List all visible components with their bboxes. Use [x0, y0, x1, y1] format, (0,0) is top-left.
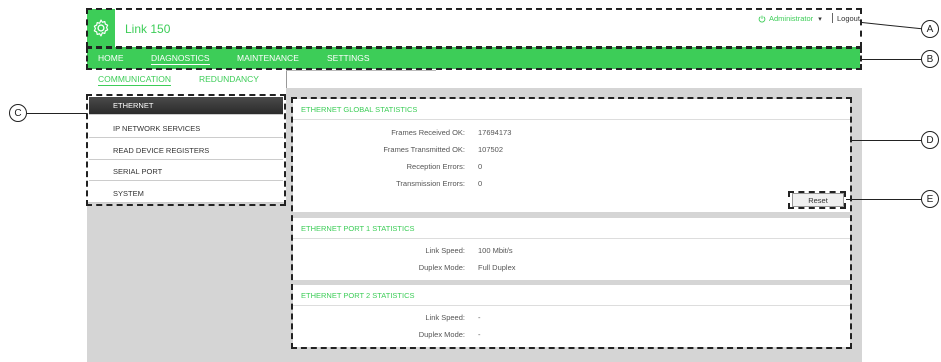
- annotation-box-sidebar: [86, 94, 286, 206]
- annotation-box-header: [86, 8, 862, 48]
- callout-line-b: [862, 59, 922, 60]
- callout-e: E: [921, 190, 939, 208]
- callout-line-a: [861, 22, 922, 30]
- annotation-box-reset: [788, 191, 846, 209]
- callout-a: A: [921, 20, 939, 38]
- annotation-box-content: [291, 97, 852, 349]
- callout-line-d: [852, 140, 922, 141]
- tab-communication[interactable]: COMMUNICATION: [98, 74, 172, 86]
- sidebar-background: [87, 202, 286, 362]
- tab-redundancy[interactable]: REDUNDANCY: [199, 74, 259, 84]
- callout-d: D: [921, 131, 939, 149]
- tab-underline: [286, 70, 436, 71]
- annotation-box-navbar: [86, 47, 862, 70]
- callout-c: C: [9, 104, 27, 122]
- callout-line-c: [27, 113, 87, 114]
- callout-b: B: [921, 50, 939, 68]
- callout-line-e: [846, 199, 922, 200]
